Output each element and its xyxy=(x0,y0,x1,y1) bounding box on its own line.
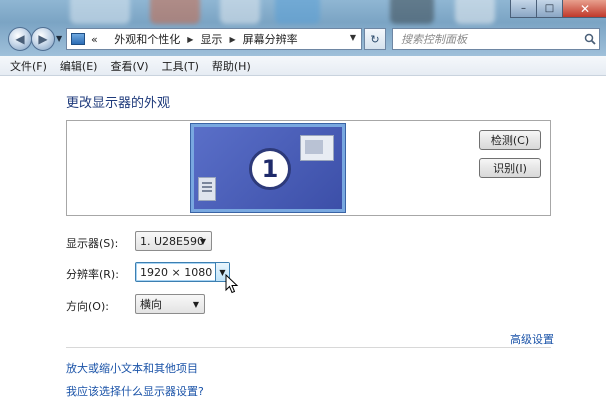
refresh-icon: ↻ xyxy=(370,32,380,46)
back-arrow-icon: ◀ xyxy=(15,32,25,46)
breadcrumb-overflow[interactable]: « xyxy=(91,33,98,46)
menu-edit[interactable]: 编辑(E) xyxy=(60,58,98,74)
maximize-button[interactable]: □ xyxy=(537,0,563,17)
desktop-blur xyxy=(275,0,320,24)
text-size-link[interactable]: 放大或缩小文本和其他项目 xyxy=(66,360,198,376)
desktop-blur xyxy=(455,0,495,24)
display-select[interactable]: 1. U28E590 ▼ xyxy=(135,231,212,251)
display-preview: 1 检测(C) 识别(I) xyxy=(66,120,551,216)
page-title: 更改显示器的外观 xyxy=(66,96,171,111)
display-value: 1. U28E590 xyxy=(140,234,204,248)
display-label: 显示器(S): xyxy=(66,237,119,250)
search-icon[interactable] xyxy=(581,33,599,45)
chevron-right-icon[interactable]: ▶ xyxy=(229,35,235,44)
minimize-button[interactable]: – xyxy=(511,0,537,17)
breadcrumb-appearance[interactable]: 外观和个性化 xyxy=(114,31,180,47)
identify-button[interactable]: 识别(I) xyxy=(479,158,541,178)
resolution-value: 1920 × 1080 xyxy=(140,265,213,279)
resolution-label: 分辨率(R): xyxy=(66,268,119,281)
orientation-select[interactable]: 横向 ▼ xyxy=(135,294,205,314)
chevron-down-icon: ▼ xyxy=(192,300,199,309)
menu-tools[interactable]: 工具(T) xyxy=(162,58,199,74)
menu-help[interactable]: 帮助(H) xyxy=(212,58,251,74)
monitor-thumbnail[interactable]: 1 xyxy=(191,124,345,212)
desktop-blur xyxy=(390,0,434,24)
forward-button[interactable]: ▶ xyxy=(31,27,55,51)
content-area: 更改显示器的外观 1 检测(C) 识别(I) 显示器(S): 1. U28E59… xyxy=(0,77,606,400)
desktop-blur xyxy=(70,0,130,24)
breadcrumb-separator xyxy=(105,35,108,44)
window-controls: – □ ✕ xyxy=(510,0,606,18)
chevron-right-icon[interactable]: ▶ xyxy=(187,35,193,44)
desktop-blur xyxy=(150,0,200,24)
chevron-down-icon: ▼ xyxy=(199,237,206,246)
divider xyxy=(66,347,551,348)
display-settings-help-link[interactable]: 我应该选择什么显示器设置? xyxy=(66,383,204,399)
monitor-number: 1 xyxy=(249,148,291,190)
orientation-label: 方向(O): xyxy=(66,300,109,313)
breadcrumb: « 外观和个性化 ▶ 显示 ▶ 屏幕分辨率 xyxy=(91,31,298,47)
orientation-value: 横向 xyxy=(140,298,162,311)
close-button[interactable]: ✕ xyxy=(563,0,606,17)
window-thumbnail-icon xyxy=(300,135,334,161)
refresh-button[interactable]: ↻ xyxy=(364,28,386,50)
breadcrumb-display[interactable]: 显示 xyxy=(200,31,222,47)
menu-view[interactable]: 查看(V) xyxy=(110,58,148,74)
navigation-bar: ◀ ▶ ▼ « 外观和个性化 ▶ 显示 ▶ 屏幕分辨率 ▼ ↻ 搜索控制面板 xyxy=(0,24,606,56)
search-input[interactable]: 搜索控制面板 xyxy=(401,31,581,47)
window-chrome: – □ ✕ ◀ ▶ ▼ « 外观和个性化 ▶ 显示 ▶ 屏幕分辨率 ▼ ↻ 搜索… xyxy=(0,0,606,56)
mouse-cursor-icon xyxy=(225,274,239,294)
control-panel-icon xyxy=(71,33,85,45)
menu-file[interactable]: 文件(F) xyxy=(10,58,47,74)
breadcrumb-resolution[interactable]: 屏幕分辨率 xyxy=(243,31,298,47)
back-button[interactable]: ◀ xyxy=(8,27,32,51)
menu-bar: 文件(F) 编辑(E) 查看(V) 工具(T) 帮助(H) xyxy=(0,56,606,76)
detect-button[interactable]: 检测(C) xyxy=(479,130,541,150)
search-box[interactable]: 搜索控制面板 xyxy=(392,28,600,50)
forward-arrow-icon: ▶ xyxy=(38,32,48,46)
desktop-blur xyxy=(220,0,260,24)
address-bar[interactable]: « 外观和个性化 ▶ 显示 ▶ 屏幕分辨率 ▼ xyxy=(66,28,362,50)
resolution-select[interactable]: 1920 × 1080 ▼ xyxy=(135,262,230,282)
document-thumbnail-icon xyxy=(198,177,216,201)
recent-pages-dropdown[interactable]: ▼ xyxy=(56,34,62,43)
advanced-settings-link[interactable]: 高级设置 xyxy=(510,331,554,347)
chevron-down-icon[interactable]: ▼ xyxy=(350,33,356,42)
